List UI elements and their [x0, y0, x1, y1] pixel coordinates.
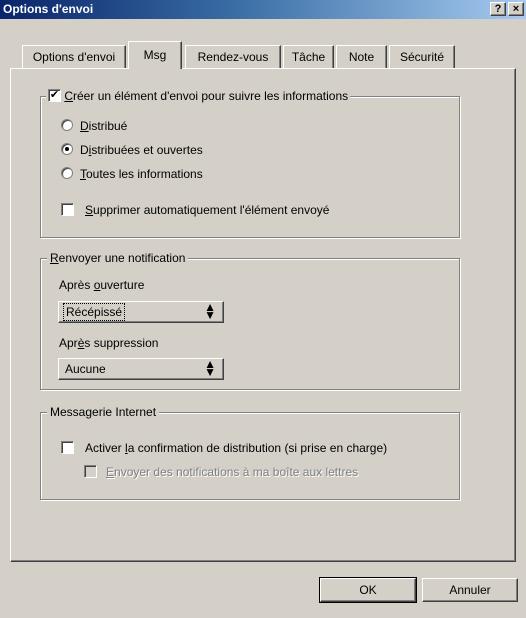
window-title: Options d'envoi: [3, 2, 94, 16]
internet-group: Messagerie Internet Activer la confirmat…: [40, 405, 460, 500]
confirm-delivery-checkbox[interactable]: [61, 441, 74, 454]
auto-delete-label: Supprimer automatiquement l'élément envo…: [85, 203, 330, 217]
tab-note[interactable]: Note: [336, 45, 387, 68]
cancel-button[interactable]: Annuler: [422, 578, 518, 602]
updown-arrows-icon: ▲ ▼: [204, 357, 216, 379]
radio-toutes-informations-button[interactable]: [61, 167, 73, 179]
auto-delete-checkbox[interactable]: [61, 203, 74, 216]
send-notifications-checkbox[interactable]: [84, 465, 97, 478]
tracking-legend[interactable]: ✔ Créer un élément d'envoi pour suivre l…: [46, 89, 351, 104]
after-delete-select[interactable]: Aucune ▲ ▼: [58, 358, 224, 380]
tracking-group: ✔ Créer un élément d'envoi pour suivre l…: [40, 89, 460, 238]
tracking-label: Créer un élément d'envoi pour suivre les…: [64, 89, 349, 103]
radio-distribue-button[interactable]: [61, 119, 73, 131]
radio-distribuees-ouvertes-button[interactable]: [61, 143, 73, 155]
tab-securite[interactable]: Sécurité: [389, 45, 455, 68]
tab-options-envoi[interactable]: Options d'envoi: [22, 45, 126, 68]
title-bar: Options d'envoi ? ×: [0, 0, 526, 19]
updown-arrows-icon: ▲ ▼: [204, 300, 216, 322]
radio-distribuees-ouvertes-label: Distribuées et ouvertes: [80, 143, 203, 157]
tab-msg[interactable]: Msg: [128, 41, 182, 69]
confirm-delivery-label: Activer la confirmation de distribution …: [85, 441, 388, 455]
internet-legend: Messagerie Internet: [47, 405, 160, 419]
notification-legend: Renvoyer une notification: [47, 251, 189, 265]
send-notifications-label: Envoyer des notifications à ma boîte aux…: [106, 465, 359, 479]
ok-button[interactable]: OK: [319, 577, 417, 603]
tab-tache[interactable]: Tâche: [283, 45, 334, 68]
help-button[interactable]: ?: [490, 2, 506, 16]
after-delete-label: Après suppression: [59, 336, 159, 350]
tracking-checkbox[interactable]: ✔: [48, 89, 61, 103]
radio-distribue-label: Distribué: [80, 119, 128, 133]
radio-toutes-informations-label: Toutes les informations: [80, 167, 203, 181]
after-open-value: Récépissé: [62, 303, 126, 321]
after-delete-value: Aucune: [65, 362, 106, 376]
close-button[interactable]: ×: [508, 2, 524, 16]
notification-group: Renvoyer une notification Après ouvertur…: [40, 251, 460, 390]
after-open-select[interactable]: Récépissé ▲ ▼: [58, 301, 224, 323]
tab-rendez-vous[interactable]: Rendez-vous: [185, 45, 281, 68]
after-open-label: Après ouverture: [59, 278, 145, 292]
